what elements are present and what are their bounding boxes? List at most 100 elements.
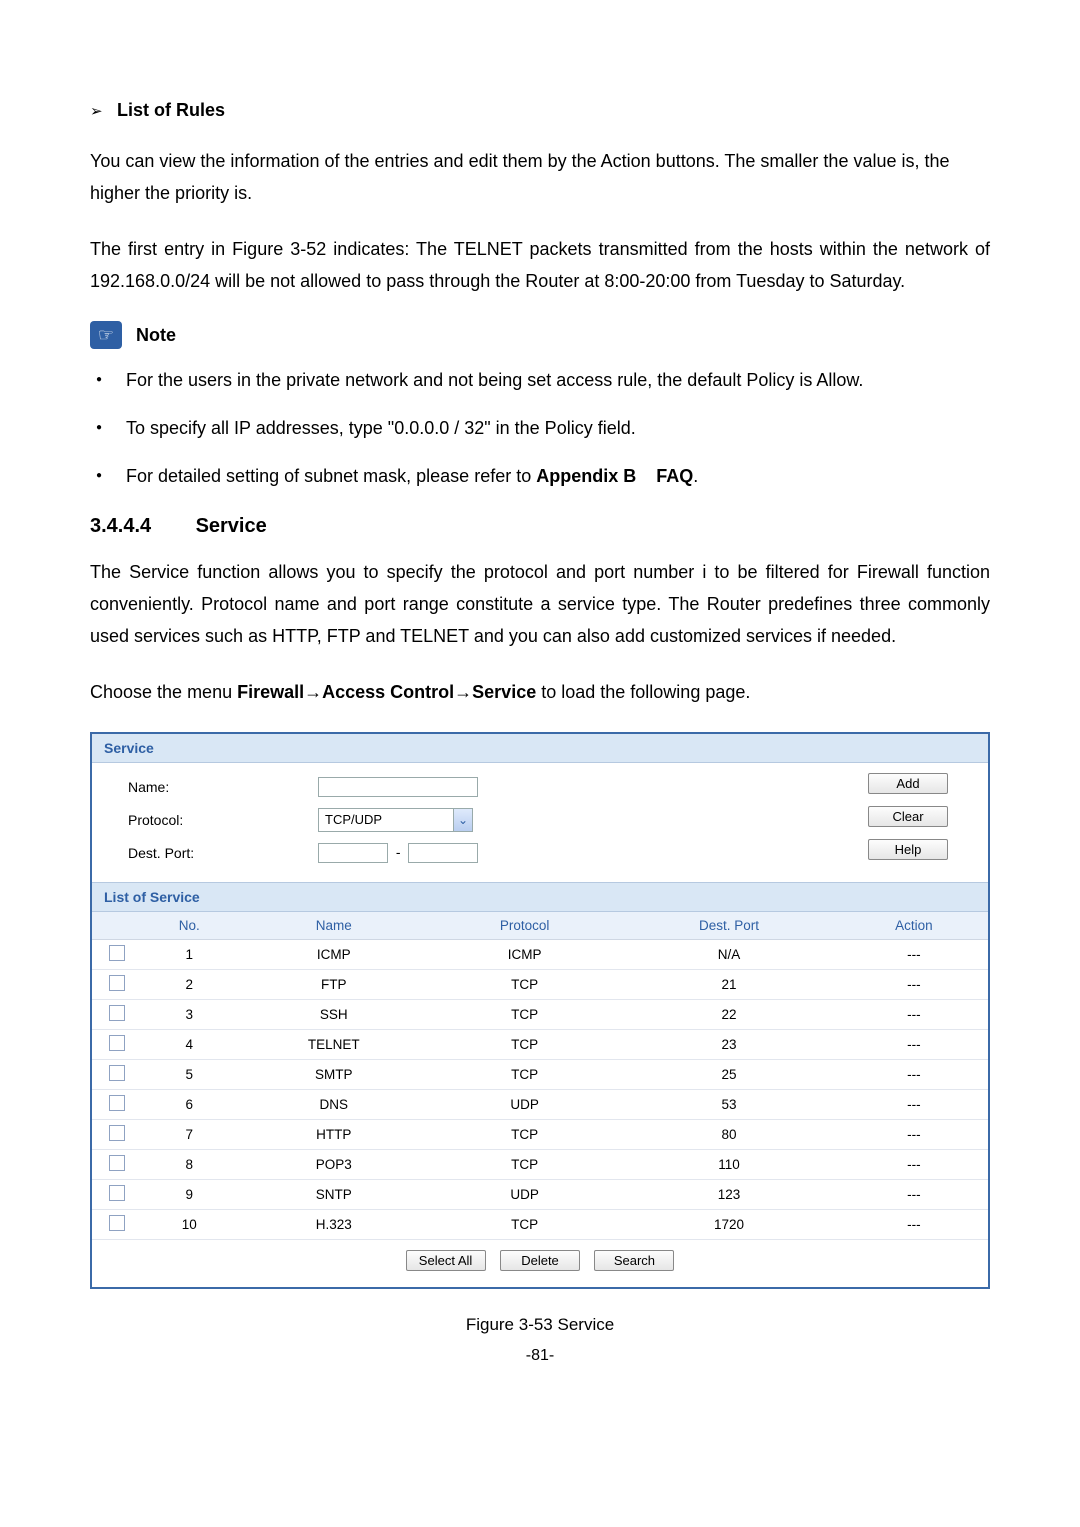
- cell-action: ---: [840, 1090, 988, 1120]
- clear-button[interactable]: Clear: [868, 806, 948, 827]
- cell-name: SSH: [236, 1000, 431, 1030]
- select-all-button[interactable]: Select All: [406, 1250, 486, 1271]
- add-button[interactable]: Add: [868, 773, 948, 794]
- table-row: 9SNTPUDP123---: [92, 1180, 988, 1210]
- note-bullets: For the users in the private network and…: [90, 365, 990, 491]
- cell-action: ---: [840, 1000, 988, 1030]
- cell-protocol: TCP: [431, 1000, 618, 1030]
- row-checkbox[interactable]: [109, 1065, 125, 1081]
- cell-port: 21: [618, 970, 839, 1000]
- port-to-input[interactable]: [408, 843, 478, 863]
- para4-prefix: Choose the menu: [90, 682, 237, 702]
- service-panel-title: Service: [92, 734, 988, 763]
- cell-no: 3: [142, 1000, 236, 1030]
- col-no: No.: [142, 912, 236, 940]
- port-from-input[interactable]: [318, 843, 388, 863]
- note-icon: ☞: [90, 321, 122, 349]
- cell-name: FTP: [236, 970, 431, 1000]
- col-check: [92, 912, 142, 940]
- protocol-select-value: TCP/UDP: [319, 812, 453, 827]
- cell-action: ---: [840, 1180, 988, 1210]
- row-checkbox[interactable]: [109, 945, 125, 961]
- label-port: Dest. Port:: [110, 845, 318, 861]
- bullet-2: To specify all IP addresses, type "0.0.0…: [90, 413, 990, 443]
- row-checkbox[interactable]: [109, 1185, 125, 1201]
- cell-no: 9: [142, 1180, 236, 1210]
- row-checkbox[interactable]: [109, 975, 125, 991]
- row-checkbox[interactable]: [109, 1215, 125, 1231]
- row-checkbox[interactable]: [109, 1125, 125, 1141]
- col-protocol: Protocol: [431, 912, 618, 940]
- cell-protocol: TCP: [431, 970, 618, 1000]
- table-row: 8POP3TCP110---: [92, 1150, 988, 1180]
- chevron-down-icon: ⌄: [453, 809, 472, 831]
- paragraph-1: You can view the information of the entr…: [90, 145, 990, 209]
- cell-port: 53: [618, 1090, 839, 1120]
- table-row: 7HTTPTCP80---: [92, 1120, 988, 1150]
- cell-name: SMTP: [236, 1060, 431, 1090]
- paragraph-3: The Service function allows you to speci…: [90, 556, 990, 652]
- section-heading: 3.4.4.4 Service: [90, 515, 990, 538]
- cell-port: 80: [618, 1120, 839, 1150]
- rules-heading-text: List of Rules: [117, 100, 225, 120]
- cell-port: N/A: [618, 940, 839, 970]
- cell-name: DNS: [236, 1090, 431, 1120]
- para4-bold: Firewall→Access Control→Service: [237, 682, 536, 702]
- bullet-3-prefix: For detailed setting of subnet mask, ple…: [126, 466, 536, 486]
- list-of-service-title: List of Service: [92, 882, 988, 912]
- bullet-3-suffix: .: [693, 466, 698, 486]
- note-label: Note: [136, 325, 176, 346]
- cell-no: 1: [142, 940, 236, 970]
- table-row: 5SMTPTCP25---: [92, 1060, 988, 1090]
- delete-button[interactable]: Delete: [500, 1250, 580, 1271]
- cell-no: 4: [142, 1030, 236, 1060]
- table-row: 3SSHTCP22---: [92, 1000, 988, 1030]
- para4-suffix: to load the following page.: [536, 682, 750, 702]
- note-row: ☞ Note: [90, 321, 990, 349]
- table-row: 2FTPTCP21---: [92, 970, 988, 1000]
- cell-port: 123: [618, 1180, 839, 1210]
- cell-no: 10: [142, 1210, 236, 1240]
- col-name: Name: [236, 912, 431, 940]
- col-action: Action: [840, 912, 988, 940]
- protocol-select[interactable]: TCP/UDP ⌄: [318, 808, 473, 832]
- row-checkbox[interactable]: [109, 1155, 125, 1171]
- cell-protocol: TCP: [431, 1210, 618, 1240]
- search-button[interactable]: Search: [594, 1250, 674, 1271]
- cell-name: HTTP: [236, 1120, 431, 1150]
- row-checkbox[interactable]: [109, 1035, 125, 1051]
- row-checkbox[interactable]: [109, 1095, 125, 1111]
- port-separator: -: [396, 844, 401, 860]
- bullet-3-bold1: Appendix B: [536, 466, 636, 486]
- cell-name: H.323: [236, 1210, 431, 1240]
- service-form: Name: Add Protocol: TCP/UDP ⌄ Clear: [92, 763, 988, 882]
- cell-protocol: ICMP: [431, 940, 618, 970]
- bullet-3-bold2: FAQ: [656, 466, 693, 486]
- cell-protocol: UDP: [431, 1180, 618, 1210]
- service-panel: Service Name: Add Protocol: TCP/UDP ⌄: [90, 732, 990, 1289]
- table-row: 1ICMPICMPN/A---: [92, 940, 988, 970]
- paragraph-4: Choose the menu Firewall→Access Control→…: [90, 676, 990, 708]
- paragraph-2: The first entry in Figure 3-52 indicates…: [90, 233, 990, 297]
- page-number: -81-: [90, 1347, 990, 1365]
- cell-protocol: TCP: [431, 1120, 618, 1150]
- cell-action: ---: [840, 1030, 988, 1060]
- service-table: No. Name Protocol Dest. Port Action 1ICM…: [92, 912, 988, 1240]
- cell-no: 5: [142, 1060, 236, 1090]
- bullet-3: For detailed setting of subnet mask, ple…: [90, 461, 990, 491]
- cell-protocol: TCP: [431, 1150, 618, 1180]
- help-button[interactable]: Help: [868, 839, 948, 860]
- row-checkbox[interactable]: [109, 1005, 125, 1021]
- figure-caption: Figure 3-53 Service: [90, 1315, 990, 1335]
- cell-action: ---: [840, 970, 988, 1000]
- cell-name: ICMP: [236, 940, 431, 970]
- bullet-1: For the users in the private network and…: [90, 365, 990, 395]
- name-input[interactable]: [318, 777, 478, 797]
- cell-port: 22: [618, 1000, 839, 1030]
- cell-port: 23: [618, 1030, 839, 1060]
- cell-action: ---: [840, 1150, 988, 1180]
- cell-no: 7: [142, 1120, 236, 1150]
- cell-action: ---: [840, 1060, 988, 1090]
- label-protocol: Protocol:: [110, 812, 318, 828]
- section-title: Service: [196, 515, 267, 537]
